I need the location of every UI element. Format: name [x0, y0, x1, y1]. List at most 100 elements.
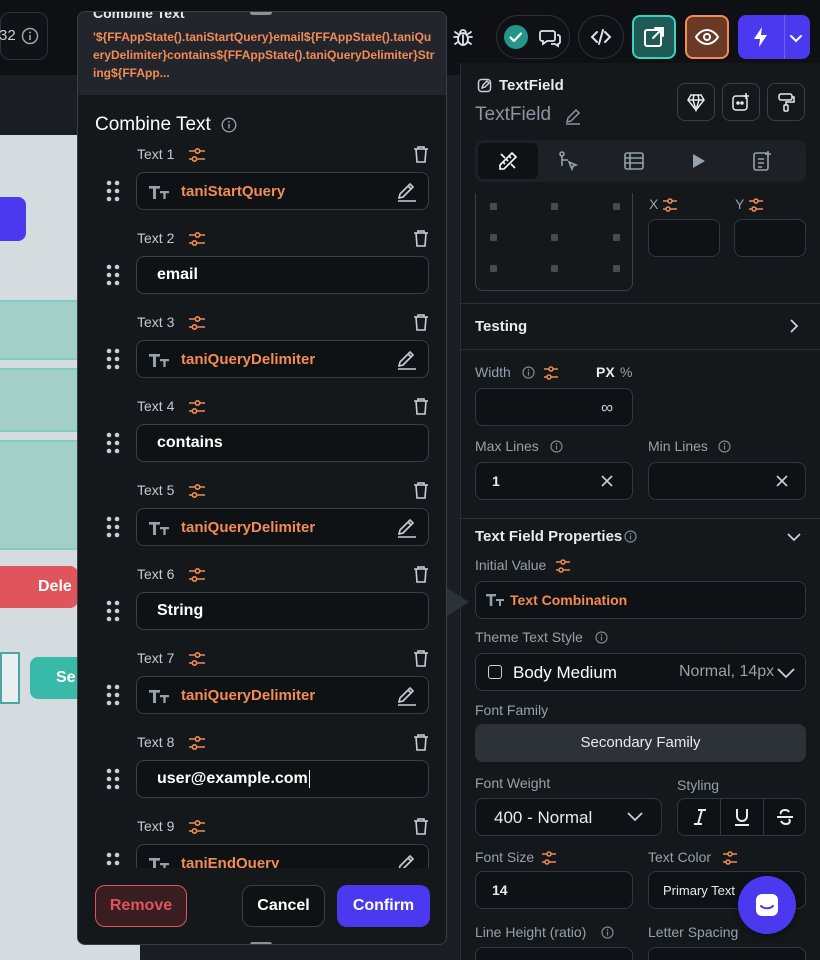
canvas-se-button[interactable]: Se	[30, 657, 78, 699]
edit-pencil-icon[interactable]	[396, 349, 418, 371]
edit-pencil-icon[interactable]	[396, 181, 418, 203]
variable-icon[interactable]	[662, 198, 678, 212]
variable-icon[interactable]	[188, 735, 206, 751]
letter-spacing-input[interactable]	[648, 947, 806, 960]
italic-icon[interactable]	[690, 807, 710, 827]
variable-icon[interactable]	[543, 366, 559, 380]
variable-icon[interactable]	[188, 483, 206, 499]
y-input[interactable]	[734, 219, 806, 257]
text-item-field[interactable]: taniQueryDelimiter	[136, 676, 429, 714]
variable-icon[interactable]	[748, 198, 764, 212]
width-input[interactable]: ∞	[475, 388, 633, 426]
font-size-input[interactable]: 14	[475, 871, 633, 909]
drag-handle-icon[interactable]	[105, 767, 121, 791]
x-input[interactable]	[648, 219, 720, 257]
theme-text-style-dropdown[interactable]: Body Medium Normal, 14px	[475, 653, 806, 691]
variable-icon[interactable]	[555, 559, 571, 573]
code-view-button[interactable]	[578, 15, 624, 59]
delete-icon[interactable]	[413, 145, 429, 163]
alignment-grid[interactable]	[475, 193, 633, 291]
status-chip[interactable]	[496, 15, 570, 59]
variable-icon[interactable]	[188, 231, 206, 247]
strikethrough-icon[interactable]	[775, 807, 795, 827]
tab-actions[interactable]	[557, 150, 579, 172]
variable-icon[interactable]	[188, 147, 206, 163]
add-widget-button[interactable]	[722, 83, 760, 121]
px-unit-toggle[interactable]: PX	[596, 364, 615, 380]
delete-icon[interactable]	[413, 817, 429, 835]
drag-handle-icon[interactable]	[105, 263, 121, 287]
tab-backend-query[interactable]	[623, 150, 645, 172]
gem-button[interactable]	[677, 83, 715, 121]
variable-name: taniQueryDelimiter	[181, 687, 316, 704]
drag-handle-icon[interactable]	[105, 431, 121, 455]
resize-handle-bottom[interactable]	[250, 942, 272, 944]
confirm-button[interactable]: Confirm	[337, 885, 430, 927]
resize-handle-top[interactable]	[250, 12, 272, 15]
drag-handle-icon[interactable]	[105, 599, 121, 623]
line-height-input[interactable]	[475, 947, 633, 960]
run-button[interactable]	[738, 15, 810, 59]
tab-properties[interactable]	[478, 143, 538, 179]
widget-name[interactable]: TextField	[475, 104, 551, 126]
style-checkbox[interactable]	[488, 665, 502, 679]
clear-icon[interactable]	[776, 475, 788, 487]
variable-icon[interactable]	[188, 315, 206, 331]
line-height-label: Line Height (ratio)	[475, 924, 587, 940]
initial-value-input[interactable]: Text Combination	[475, 581, 806, 619]
text-item-field[interactable]: taniStartQuery	[136, 172, 429, 210]
preview-button[interactable]	[685, 15, 729, 59]
drag-handle-icon[interactable]	[105, 347, 121, 371]
edit-pencil-icon[interactable]	[396, 685, 418, 707]
drag-handle-icon[interactable]	[105, 179, 121, 203]
variable-icon[interactable]	[188, 399, 206, 415]
variable-icon[interactable]	[722, 851, 738, 865]
paint-button[interactable]	[767, 83, 805, 121]
tab-documentation[interactable]	[751, 150, 773, 172]
variable-icon[interactable]	[541, 851, 557, 865]
variable-icon[interactable]	[188, 567, 206, 583]
variable-icon[interactable]	[188, 819, 206, 835]
percent-unit-toggle[interactable]: %	[620, 364, 632, 380]
text-item-field[interactable]: String	[136, 592, 429, 630]
text-item-field[interactable]: email	[136, 256, 429, 294]
delete-icon[interactable]	[413, 565, 429, 583]
cancel-button[interactable]: Cancel	[242, 885, 325, 927]
canvas-input[interactable]	[0, 652, 20, 704]
text-item-field[interactable]: taniQueryDelimiter	[136, 508, 429, 546]
min-lines-input[interactable]	[648, 462, 806, 500]
chevron-down-icon[interactable]	[788, 30, 804, 46]
delete-icon[interactable]	[413, 733, 429, 751]
text-field-properties-header[interactable]: Text Field Properties	[461, 519, 820, 555]
variable-icon[interactable]	[188, 651, 206, 667]
info-icon	[522, 366, 535, 379]
support-chat-button[interactable]	[738, 876, 796, 934]
canvas-primary-button[interactable]	[0, 197, 26, 241]
canvas-delete-button[interactable]: Dele	[0, 566, 78, 608]
font-family-selector[interactable]: Secondary Family	[475, 724, 806, 762]
testing-section[interactable]: Testing	[461, 304, 820, 348]
text-item-field[interactable]: contains	[136, 424, 429, 462]
text-item-field[interactable]: taniQueryDelimiter	[136, 340, 429, 378]
open-external-button[interactable]	[632, 15, 676, 59]
styling-toggles	[677, 798, 806, 836]
clear-icon[interactable]	[601, 475, 613, 487]
drag-handle-icon[interactable]	[105, 683, 121, 707]
delete-icon[interactable]	[413, 397, 429, 415]
delete-icon[interactable]	[413, 649, 429, 667]
delete-icon[interactable]	[413, 481, 429, 499]
toolbar-chip-left[interactable]: 32	[0, 12, 48, 60]
code-icon	[589, 25, 613, 49]
edit-pencil-icon[interactable]	[396, 517, 418, 539]
remove-button[interactable]: Remove	[95, 885, 187, 927]
drag-handle-icon[interactable]	[105, 515, 121, 539]
debug-button[interactable]	[441, 15, 485, 59]
max-lines-input[interactable]: 1	[475, 462, 633, 500]
font-weight-dropdown[interactable]: 400 - Normal	[475, 798, 662, 836]
tab-animations[interactable]	[687, 150, 709, 172]
text-item-field[interactable]: user@example.com	[136, 760, 429, 798]
pencil-icon[interactable]	[564, 107, 582, 125]
delete-icon[interactable]	[413, 313, 429, 331]
delete-icon[interactable]	[413, 229, 429, 247]
underline-icon[interactable]	[732, 807, 752, 827]
